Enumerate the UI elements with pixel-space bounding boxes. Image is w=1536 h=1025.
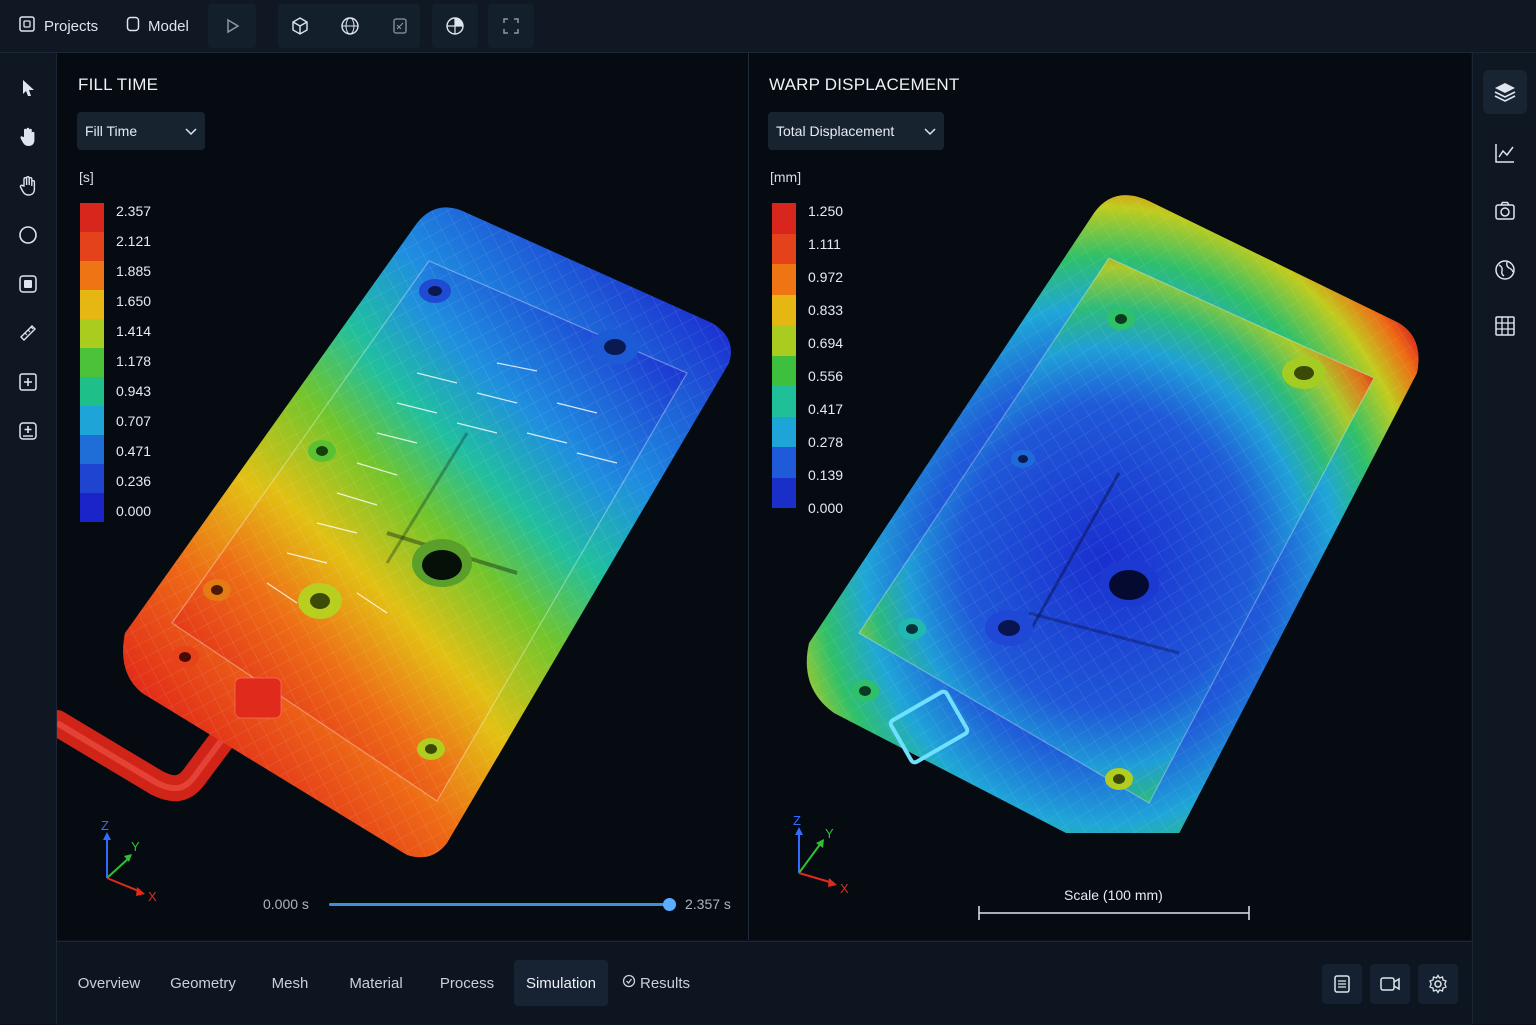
scale-label: Scale (100 mm) (1064, 887, 1163, 903)
tab-results[interactable]: Results (619, 960, 693, 1006)
tab-simulation[interactable]: Simulation (514, 960, 608, 1006)
tab-material-label: Material (349, 974, 403, 992)
fill-axes-triad: Z Y X (101, 818, 157, 904)
tab-overview-label: Overview (77, 974, 141, 992)
fit-group (488, 4, 534, 48)
report-icon[interactable] (1322, 964, 1362, 1004)
chart-line-icon[interactable] (1483, 131, 1527, 175)
fill-time-viewport[interactable]: FILL TIME Fill Time [s] 2.357 2.121 1.885 1… (57, 53, 748, 940)
tab-results-label: Results (639, 974, 691, 992)
measure-ruler-icon[interactable] (14, 319, 42, 347)
timeline-track[interactable] (329, 898, 676, 911)
video-icon[interactable] (1370, 964, 1410, 1004)
tab-geometry-label: Geometry (170, 974, 236, 992)
bottom-tab-bar: Overview Geometry Mesh Material Process … (57, 941, 1472, 1025)
warp-axis-x-label: X (840, 881, 849, 896)
timeline-start-label: 0.000 s (263, 896, 309, 912)
left-toolbar (0, 53, 57, 1024)
hand-pan-icon[interactable] (14, 123, 42, 151)
warp-model (806, 195, 1419, 833)
layers-icon[interactable] (1483, 70, 1527, 114)
globe-icon[interactable] (1483, 248, 1527, 292)
projects-button[interactable]: Projects (18, 6, 98, 46)
warp-result-value: Total Displacement (776, 123, 895, 139)
fill-time-model (57, 207, 731, 858)
settings-gear-icon[interactable] (1418, 964, 1458, 1004)
right-toolbar (1472, 53, 1536, 1024)
focus-box-icon[interactable] (14, 270, 42, 298)
tab-mesh-label: Mesh (271, 974, 309, 992)
timeline-thumb[interactable] (663, 898, 676, 911)
chevron-down-icon (924, 123, 936, 139)
model-icon (126, 16, 140, 36)
tab-geometry[interactable]: Geometry (161, 960, 245, 1006)
warp-axes-triad: Z Y X (793, 813, 849, 896)
results-icon (622, 974, 636, 992)
orbit-circle-icon[interactable] (14, 221, 42, 249)
warp-axis-z-label: Z (793, 813, 801, 828)
tab-process-label: Process (439, 974, 495, 992)
warp-axis-y-label: Y (825, 826, 834, 841)
view-mode-group (278, 4, 420, 48)
run-group (208, 4, 256, 48)
tab-process[interactable]: Process (427, 960, 507, 1006)
fill-axis-x-label: X (148, 889, 157, 904)
play-icon[interactable] (218, 12, 246, 40)
grid-table-icon[interactable] (1483, 304, 1527, 348)
fit-view-icon[interactable] (497, 12, 525, 40)
select-arrow-icon[interactable] (14, 74, 42, 102)
camera-icon[interactable] (1483, 189, 1527, 233)
fill-time-title: FILL TIME (78, 75, 159, 94)
tab-material[interactable]: Material (335, 960, 417, 1006)
warp-result-dropdown[interactable]: Total Displacement (768, 112, 944, 150)
top-toolbar: Projects Model (0, 0, 1536, 53)
fill-axis-y-label: Y (131, 839, 140, 854)
timeline-progress (329, 903, 669, 906)
rotate-mesh-icon[interactable] (386, 12, 414, 40)
projects-label: Projects (44, 17, 99, 35)
warp-viewport[interactable]: WARP DISPLACEMENT Total Displacement [mm… (749, 53, 1471, 940)
hand-grab-icon[interactable] (14, 172, 42, 200)
section-group (432, 4, 478, 48)
add-box-icon[interactable] (14, 417, 42, 445)
tab-simulation-label: Simulation (525, 974, 597, 992)
timeline-end-label: 2.357 s (685, 896, 731, 912)
fill-axis-z-label: Z (101, 818, 109, 833)
tab-overview[interactable]: Overview (69, 960, 149, 1006)
cube-icon[interactable] (286, 12, 314, 40)
model-label: Model (148, 17, 189, 35)
tab-mesh[interactable]: Mesh (255, 960, 325, 1006)
scale-bar (978, 906, 1250, 920)
section-view-icon[interactable] (441, 12, 469, 40)
warp-title: WARP DISPLACEMENT (769, 75, 960, 94)
model-button[interactable]: Model (126, 6, 189, 46)
projects-icon (18, 15, 36, 37)
sphere-mesh-icon[interactable] (336, 12, 364, 40)
add-frame-icon[interactable] (14, 368, 42, 396)
